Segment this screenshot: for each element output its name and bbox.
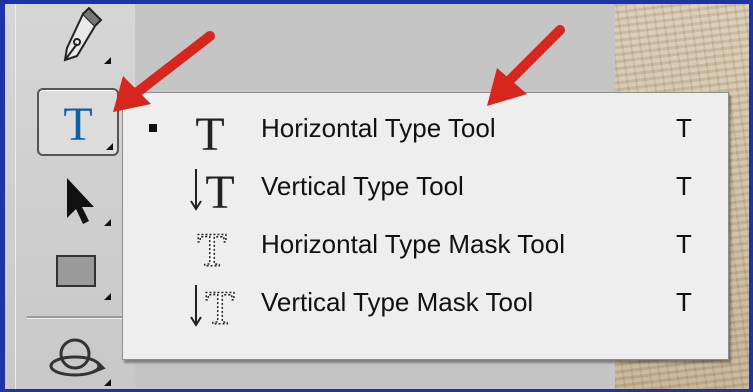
horizontal-type-icon: T	[188, 105, 268, 161]
menu-item-label: Vertical Type Mask Tool	[261, 287, 534, 317]
menu-item-shortcut: T	[676, 287, 692, 317]
menu-item-vertical-type-mask-tool[interactable]: T Vertical Type Mask Tool T	[123, 275, 728, 336]
panel-edge	[15, 4, 16, 389]
svg-text:T: T	[195, 108, 224, 157]
type-tool-button[interactable]: T	[37, 88, 119, 156]
path-selection-tool-button[interactable]	[37, 166, 115, 230]
selected-indicator	[149, 124, 157, 132]
menu-item-shortcut: T	[676, 171, 692, 201]
menu-item-label: Vertical Type Tool	[261, 171, 464, 201]
menu-item-shortcut: T	[676, 229, 692, 259]
svg-text:T: T	[205, 282, 234, 331]
tools-panel: T	[5, 4, 136, 389]
menu-item-horizontal-type-mask-tool[interactable]: T Horizontal Type Mask Tool T	[123, 217, 728, 278]
type-tool-flyout-menu: T Horizontal Type Tool T T Vertical Type…	[122, 92, 729, 360]
horizontal-type-mask-icon: T	[188, 221, 268, 278]
screenshot-frame: T T Horizontal Type Tool T T Vertical Ty…	[5, 4, 749, 389]
submenu-indicator	[104, 293, 111, 300]
menu-item-label: Horizontal Type Mask Tool	[261, 229, 565, 259]
submenu-indicator	[106, 143, 113, 150]
toolbar-separator	[27, 316, 131, 319]
vertical-type-mask-icon: T	[188, 279, 268, 336]
3d-rotate-tool-button[interactable]	[37, 326, 115, 389]
svg-text:T: T	[197, 224, 226, 273]
pen-tool-button[interactable]	[37, 4, 115, 68]
svg-text:T: T	[205, 166, 234, 215]
type-glyph: T	[63, 98, 92, 151]
vertical-type-icon: T	[188, 163, 268, 219]
rectangle-tool-button[interactable]	[37, 240, 115, 304]
menu-item-vertical-type-tool[interactable]: T Vertical Type Tool T	[123, 159, 728, 219]
submenu-indicator	[104, 379, 111, 386]
menu-item-shortcut: T	[676, 113, 692, 143]
menu-item-label: Horizontal Type Tool	[261, 113, 496, 143]
menu-item-horizontal-type-tool[interactable]: T Horizontal Type Tool T	[123, 101, 728, 161]
submenu-indicator	[104, 57, 111, 64]
submenu-indicator	[104, 219, 111, 226]
